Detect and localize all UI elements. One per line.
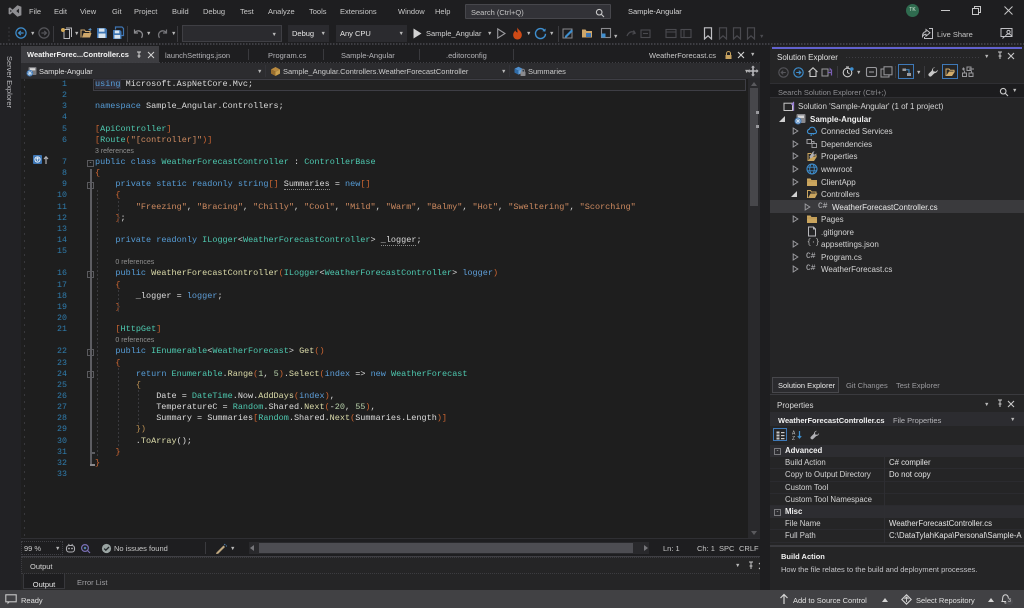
svg-text:Z: Z bbox=[792, 436, 795, 440]
